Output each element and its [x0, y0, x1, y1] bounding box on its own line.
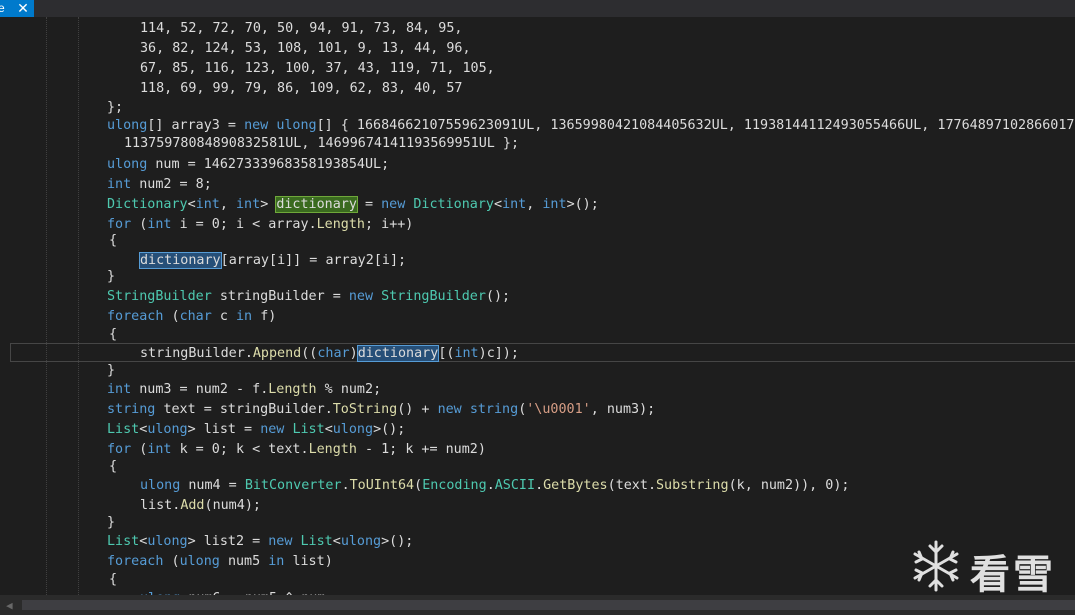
- code-line[interactable]: {: [109, 231, 1075, 251]
- code-editor[interactable]: 114, 52, 72, 70, 50, 94, 91, 73, 84, 95,…: [0, 17, 1075, 595]
- kanxue-watermark: 看雪: [908, 538, 1068, 598]
- close-icon[interactable]: ✕: [14, 0, 32, 17]
- code-line[interactable]: };: [107, 98, 1075, 118]
- code-line[interactable]: Dictionary<int, int> dictionary = new Di…: [107, 195, 1075, 215]
- indent-guide: [46, 17, 47, 595]
- code-line[interactable]: List<ulong> list = new List<ulong>();: [107, 420, 1075, 440]
- code-line[interactable]: ulong num4 = BitConverter.ToUInt64(Encod…: [140, 476, 1075, 496]
- code-line[interactable]: 36, 82, 124, 53, 108, 101, 9, 13, 44, 96…: [140, 39, 1075, 59]
- watermark-text: 看雪: [970, 552, 1056, 598]
- code-line[interactable]: int num3 = num2 - f.Length % num2;: [107, 380, 1075, 400]
- code-line[interactable]: }: [107, 513, 1075, 533]
- code-line[interactable]: foreach (char c in f): [107, 307, 1075, 327]
- code-line[interactable]: int num2 = 8;: [107, 175, 1075, 195]
- indent-guide: [78, 17, 79, 595]
- code-line[interactable]: 114, 52, 72, 70, 50, 94, 91, 73, 84, 95,: [140, 19, 1075, 39]
- code-line[interactable]: 67, 85, 116, 123, 100, 37, 43, 119, 71, …: [140, 59, 1075, 79]
- code-line[interactable]: string text = stringBuilder.ToString() +…: [107, 400, 1075, 420]
- horizontal-scrollbar[interactable]: ◀: [0, 595, 1075, 615]
- snowflake-icon: [913, 540, 959, 592]
- scroll-left-arrow-icon[interactable]: ◀: [6, 599, 13, 612]
- code-line[interactable]: }: [107, 267, 1075, 287]
- scroll-thumb[interactable]: [22, 600, 1075, 610]
- tab-label: e: [0, 1, 5, 15]
- code-line[interactable]: }: [107, 361, 1075, 381]
- code-line[interactable]: StringBuilder stringBuilder = new String…: [107, 287, 1075, 307]
- code-line[interactable]: {: [109, 457, 1075, 477]
- code-line[interactable]: ulong[] array3 = new ulong[] { 166846621…: [107, 116, 1075, 136]
- code-line[interactable]: ulong num = 14627333968358193854UL;: [107, 155, 1075, 175]
- code-line[interactable]: 11375978084890832581UL, 1469967414119356…: [124, 134, 1075, 154]
- code-line[interactable]: 118, 69, 99, 79, 86, 109, 62, 83, 40, 57: [140, 79, 1075, 99]
- editor-tab[interactable]: e ✕: [0, 0, 34, 17]
- code-line[interactable]: {: [109, 325, 1075, 345]
- tab-bar: e ✕: [0, 0, 1075, 17]
